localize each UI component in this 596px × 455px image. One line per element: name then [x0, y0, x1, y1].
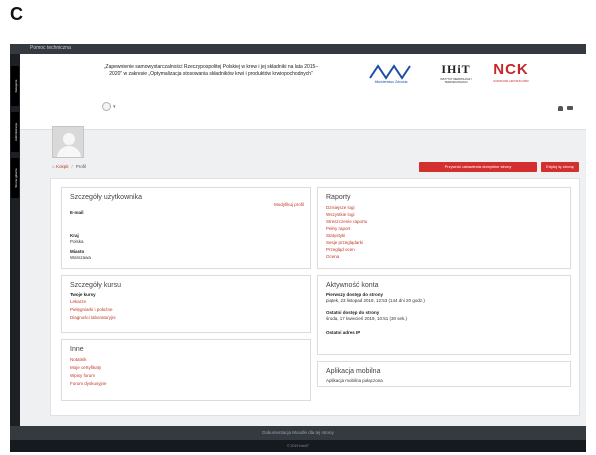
first-access-value: piątek, 23 listopad 2018, 12:53 (144 dni… [326, 298, 425, 303]
bell-icon[interactable] [558, 106, 563, 111]
nck-logo-subtext: NARODOWE CENTRUM KRWI [493, 80, 529, 83]
chevron-down-icon[interactable]: ▾ [113, 104, 116, 110]
moodle-docs-link[interactable]: Dokumentacja Moodle dla tej strony [10, 430, 586, 435]
reset-page-button[interactable]: Przywróć ustawienia domyślne strony [419, 162, 537, 172]
sidebar-tab-home[interactable]: Strona główna [11, 158, 19, 198]
footer-copyright: © 2019 IntelIT [10, 440, 586, 452]
course-details-title: Szczegóły kursu [70, 282, 121, 289]
city-label: Miasto [70, 249, 85, 254]
misc-card: Inne Notatnik Moje certyfikaty Wpisy for… [61, 339, 311, 401]
report-link[interactable]: Przegląd ocen [326, 247, 355, 252]
my-courses-label: Twoje kursy [70, 292, 96, 297]
site-header: „Zapewnienie samowystarczalności Rzeczyp… [20, 54, 586, 130]
first-access-label: Pierwszy dostęp do strony [326, 292, 384, 297]
email-label: E-mail [70, 210, 84, 215]
ministry-logo-text: Ministerstwo Zdrowia [374, 80, 408, 84]
last-access-label: Ostatni dostęp do strony [326, 310, 380, 315]
report-link[interactable]: Wszystkie logi [326, 212, 355, 217]
course-details-card: Szczegóły kursu Twoje kursy Lekarze Piel… [61, 275, 311, 333]
city-value: Warszawa [70, 255, 91, 260]
report-link[interactable]: Statystyki [326, 233, 345, 238]
misc-link[interactable]: Moje certyfikaty [70, 365, 101, 370]
report-link[interactable]: Dzisiejsze logi [326, 205, 355, 210]
ministry-of-health-logo: Ministerstwo Zdrowia [366, 60, 416, 88]
sidebar-tab-administration[interactable]: Administracja [11, 112, 19, 152]
breadcrumb: ⌂ Kokpit / Profil [52, 164, 87, 169]
project-title-line2: 2020” w zakresie „Optymalizacja stosowan… [109, 71, 313, 77]
breadcrumb-current: Profil [75, 164, 87, 169]
iht-logo-text: IHiT [441, 62, 471, 76]
project-title-line1: „Zapewnienie samowystarczalności Rzeczyp… [103, 64, 319, 70]
mobile-app-card: Aplikacja mobilna Aplikacja mobilna połą… [317, 361, 571, 387]
report-link[interactable]: Pełny raport [326, 226, 350, 231]
account-activity-title: Aktywność konta [326, 282, 379, 289]
support-link[interactable]: Pomoc techniczna [30, 45, 71, 51]
reports-title: Raporty [326, 194, 351, 201]
country-label: Kraj [70, 233, 79, 238]
mobile-app-title: Aplikacja mobilna [326, 368, 381, 375]
profile-picture [52, 126, 84, 158]
course-link[interactable]: Pielęgniarki i położne [70, 307, 113, 312]
country-value: Polska [70, 239, 84, 244]
mobile-app-status: Aplikacja mobilna połączona [326, 378, 383, 383]
account-activity-card: Aktywność konta Pierwszy dostęp do stron… [317, 275, 571, 355]
report-link[interactable]: Streszczenie raportu [326, 219, 367, 224]
footer-docs: Dokumentacja Moodle dla tej strony [10, 426, 586, 440]
panel-letter: C [10, 4, 23, 24]
top-navbar: Pomoc techniczna [10, 44, 586, 54]
report-link[interactable]: Ocena [326, 254, 339, 259]
last-access-value: środa, 17 kwiecień 2019, 10:51 (30 sek.) [326, 316, 408, 321]
misc-link[interactable]: Forum dyskusyjne [70, 381, 107, 386]
nck-logo: NCK NARODOWE CENTRUM KRWI [486, 60, 536, 88]
edit-profile-link[interactable]: Modyfikuj profil [274, 202, 304, 207]
sidebar-tab-label: Strona główna [14, 168, 18, 188]
edit-page-button[interactable]: Edytuj tę stronę [541, 162, 579, 172]
reports-card: Raporty Dzisiejsze logi Wszystkie logi S… [317, 187, 571, 269]
user-avatar[interactable] [102, 102, 111, 111]
iht-logo: IHiT INSTYTUT HEMATOLOGII I TRANSFUZJOLO… [436, 60, 476, 88]
sidebar-tab-label: Kategorie [14, 79, 18, 93]
last-ip-label: Ostatni adres IP [326, 330, 361, 335]
profile-content: Szczegóły użytkownika Modyfikuj profil E… [50, 178, 580, 416]
iht-logo-subtext: INSTYTUT HEMATOLOGII I TRANSFUZJOLOGII [440, 78, 472, 84]
copyright-text: © 2019 IntelIT [286, 444, 310, 448]
nck-logo-text: NCK [493, 61, 529, 78]
user-details-card: Szczegóły użytkownika Modyfikuj profil E… [61, 187, 311, 269]
misc-title: Inne [70, 346, 84, 353]
left-sidebar: Kategorie Administracja Strona główna [10, 54, 20, 452]
project-title: „Zapewnienie samowystarczalności Rzeczyp… [66, 64, 356, 78]
misc-link[interactable]: Notatnik [70, 357, 87, 362]
breadcrumb-dashboard[interactable]: Kokpit [56, 164, 69, 169]
chat-icon[interactable] [567, 106, 573, 110]
course-link[interactable]: Diagności laboratoryjni [70, 315, 116, 320]
sidebar-tab-label: Administracja [14, 123, 18, 142]
screenshot: Pomoc techniczna Kategorie Administracja… [10, 44, 586, 452]
misc-link[interactable]: Wpisy forum [70, 373, 95, 378]
user-details-title: Szczegóły użytkownika [70, 194, 142, 201]
course-link[interactable]: Lekarze [70, 299, 86, 304]
report-link[interactable]: Sesje przeglądarki [326, 240, 363, 245]
sidebar-tab-categories[interactable]: Kategorie [11, 66, 19, 106]
